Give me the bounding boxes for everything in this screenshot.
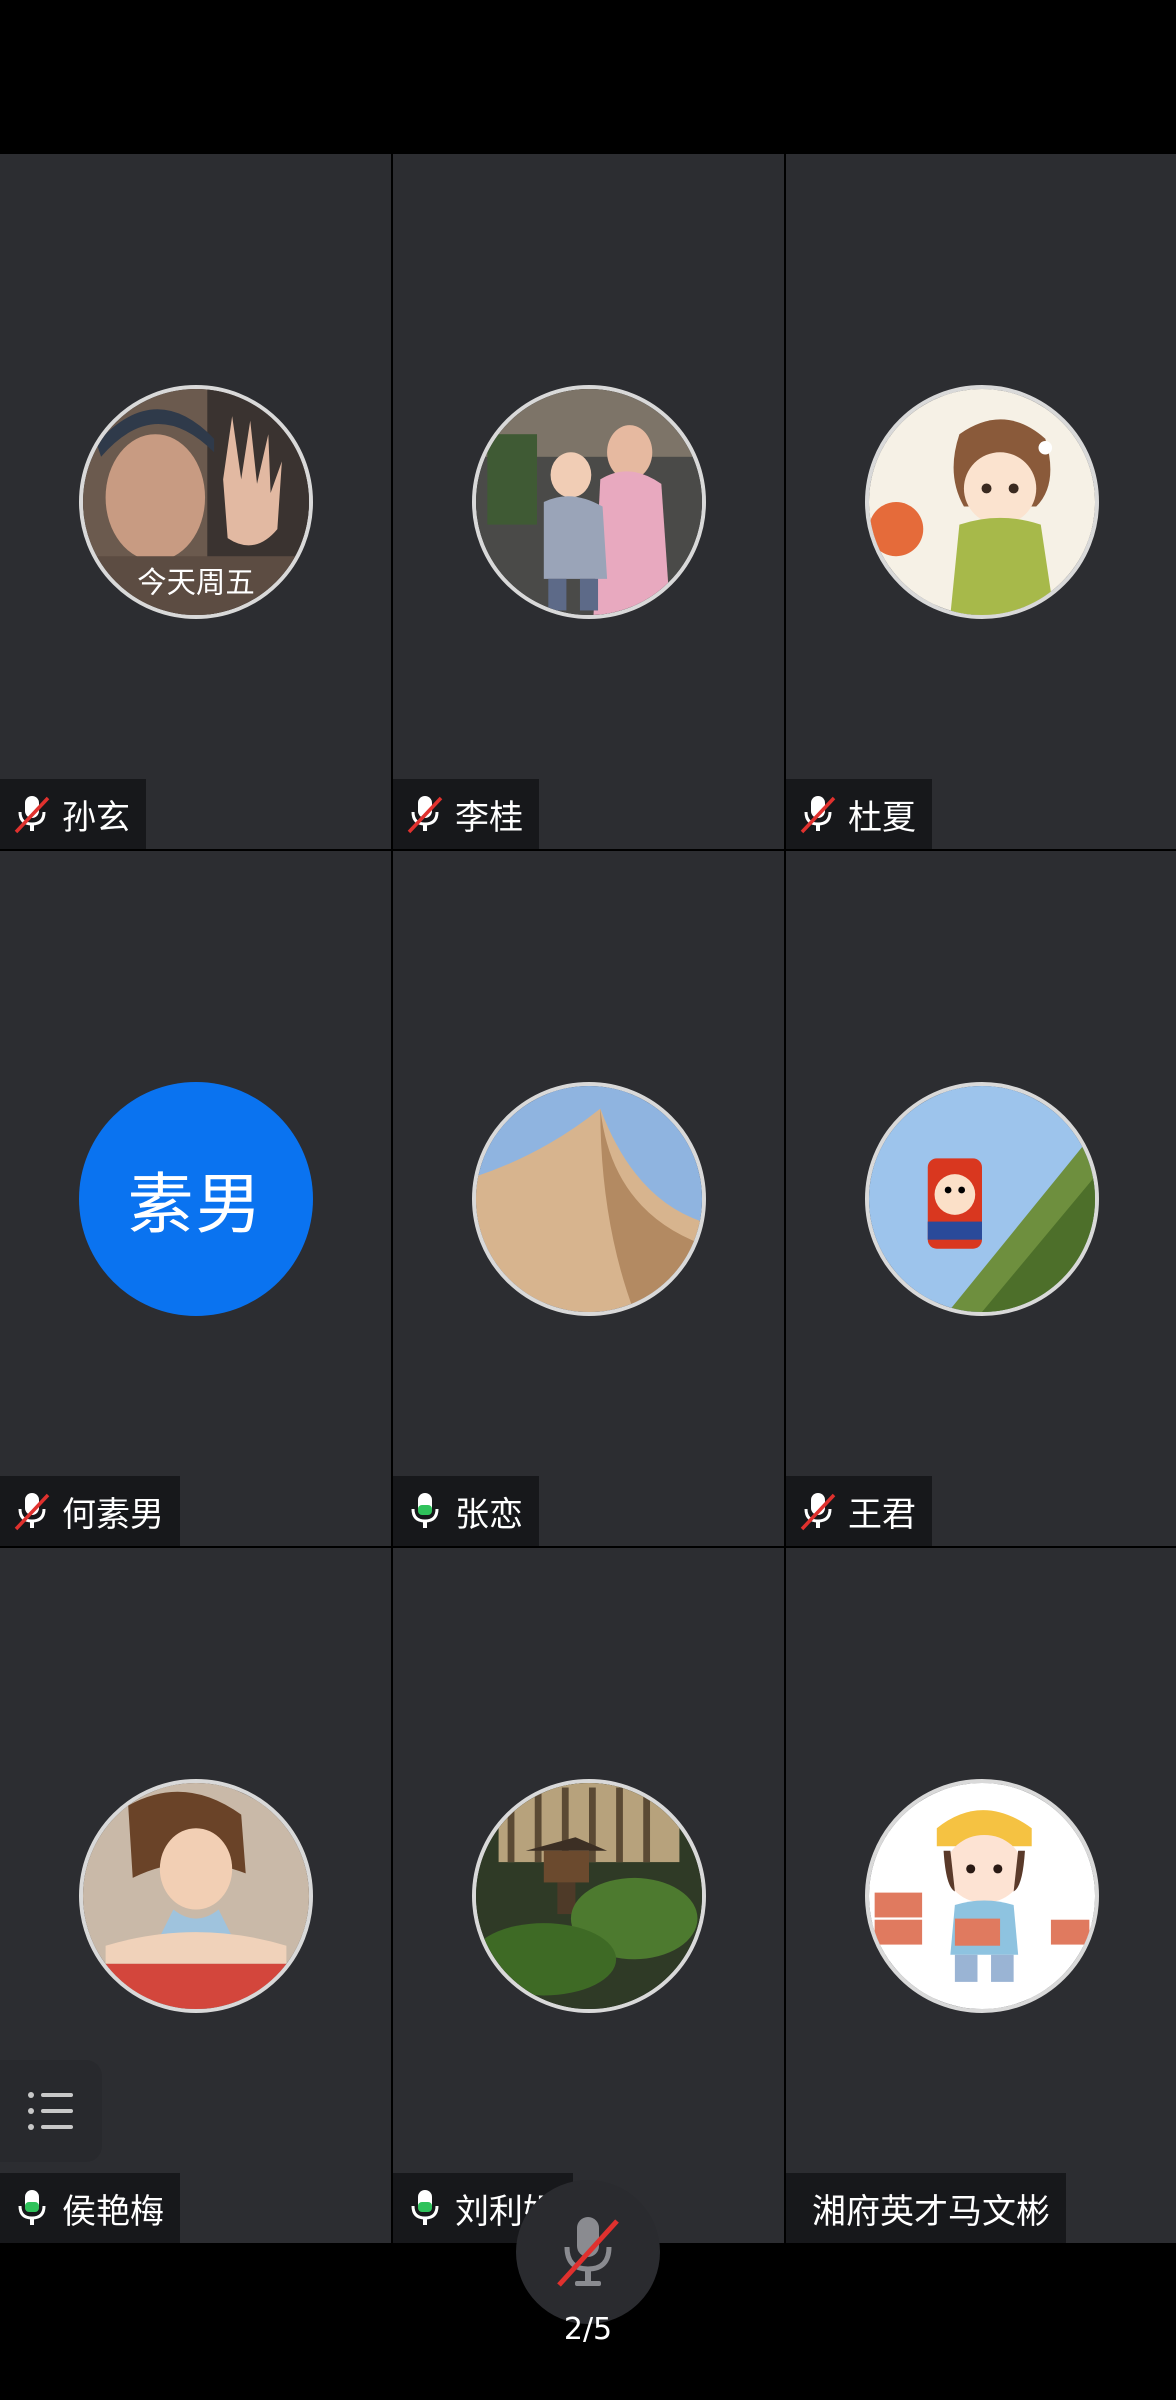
avatar bbox=[864, 1778, 1099, 2013]
participant-name: 李桂 bbox=[455, 797, 523, 838]
mic-muted-icon bbox=[14, 1493, 50, 1531]
name-tag: 侯艳梅 bbox=[0, 2173, 180, 2243]
name-tag: 杜夏 bbox=[786, 779, 932, 849]
participant-grid: 今天周五 孙玄 李桂 杜夏 素男 何素男 张恋 王君 侯艳梅 刘利娟 湘府英才马… bbox=[0, 154, 1176, 2243]
mic-muted-icon bbox=[800, 796, 836, 834]
status-bar-area bbox=[0, 0, 1176, 152]
participant-name: 湘府英才马文彬 bbox=[812, 2191, 1050, 2232]
avatar bbox=[864, 1081, 1099, 1316]
mic-active-icon bbox=[18, 2190, 46, 2225]
avatar: 今天周五 bbox=[78, 384, 313, 619]
participant-tile[interactable]: 湘府英才马文彬 bbox=[786, 1548, 1176, 2243]
name-tag: 李桂 bbox=[393, 779, 539, 849]
avatar bbox=[78, 1778, 313, 2013]
page-indicator: 2/5 bbox=[563, 2312, 613, 2347]
participant-name: 张恋 bbox=[455, 1494, 523, 1535]
self-mic-toggle-button[interactable] bbox=[516, 2180, 660, 2324]
participant-tile[interactable]: 杜夏 bbox=[786, 154, 1176, 849]
avatar bbox=[471, 1778, 706, 2013]
mic-active-icon bbox=[411, 2190, 439, 2225]
participant-tile[interactable]: 素男 何素男 bbox=[0, 851, 391, 1546]
avatar bbox=[864, 384, 1099, 619]
mic-muted-icon bbox=[557, 2217, 619, 2287]
participant-name: 杜夏 bbox=[848, 797, 916, 838]
participant-tile[interactable]: 张恋 bbox=[393, 851, 784, 1546]
participant-list-button[interactable] bbox=[0, 2060, 102, 2162]
mic-muted-icon bbox=[14, 796, 50, 834]
avatar bbox=[471, 1081, 706, 1316]
avatar bbox=[471, 384, 706, 619]
avatar: 素男 bbox=[78, 1081, 313, 1316]
participant-name: 何素男 bbox=[62, 1494, 164, 1535]
participant-tile[interactable]: 王君 bbox=[786, 851, 1176, 1546]
list-icon bbox=[28, 2092, 73, 2130]
name-tag: 张恋 bbox=[393, 1476, 539, 1546]
name-tag: 孙玄 bbox=[0, 779, 146, 849]
participant-name: 王君 bbox=[848, 1494, 916, 1535]
mic-muted-icon bbox=[407, 796, 443, 834]
mic-muted-icon bbox=[800, 1493, 836, 1531]
avatar-caption: 今天周五 bbox=[137, 565, 255, 599]
participant-name: 侯艳梅 bbox=[62, 2191, 164, 2232]
participant-tile[interactable]: 刘利娟 bbox=[393, 1548, 784, 2243]
participant-tile[interactable]: 李桂 bbox=[393, 154, 784, 849]
name-tag: 湘府英才马文彬 bbox=[786, 2173, 1066, 2243]
participant-tile[interactable]: 今天周五 孙玄 bbox=[0, 154, 391, 849]
name-tag: 王君 bbox=[786, 1476, 932, 1546]
avatar-initials: 素男 bbox=[127, 1165, 264, 1243]
name-tag: 何素男 bbox=[0, 1476, 180, 1546]
participant-name: 孙玄 bbox=[62, 797, 130, 838]
mic-active-icon bbox=[411, 1493, 439, 1528]
